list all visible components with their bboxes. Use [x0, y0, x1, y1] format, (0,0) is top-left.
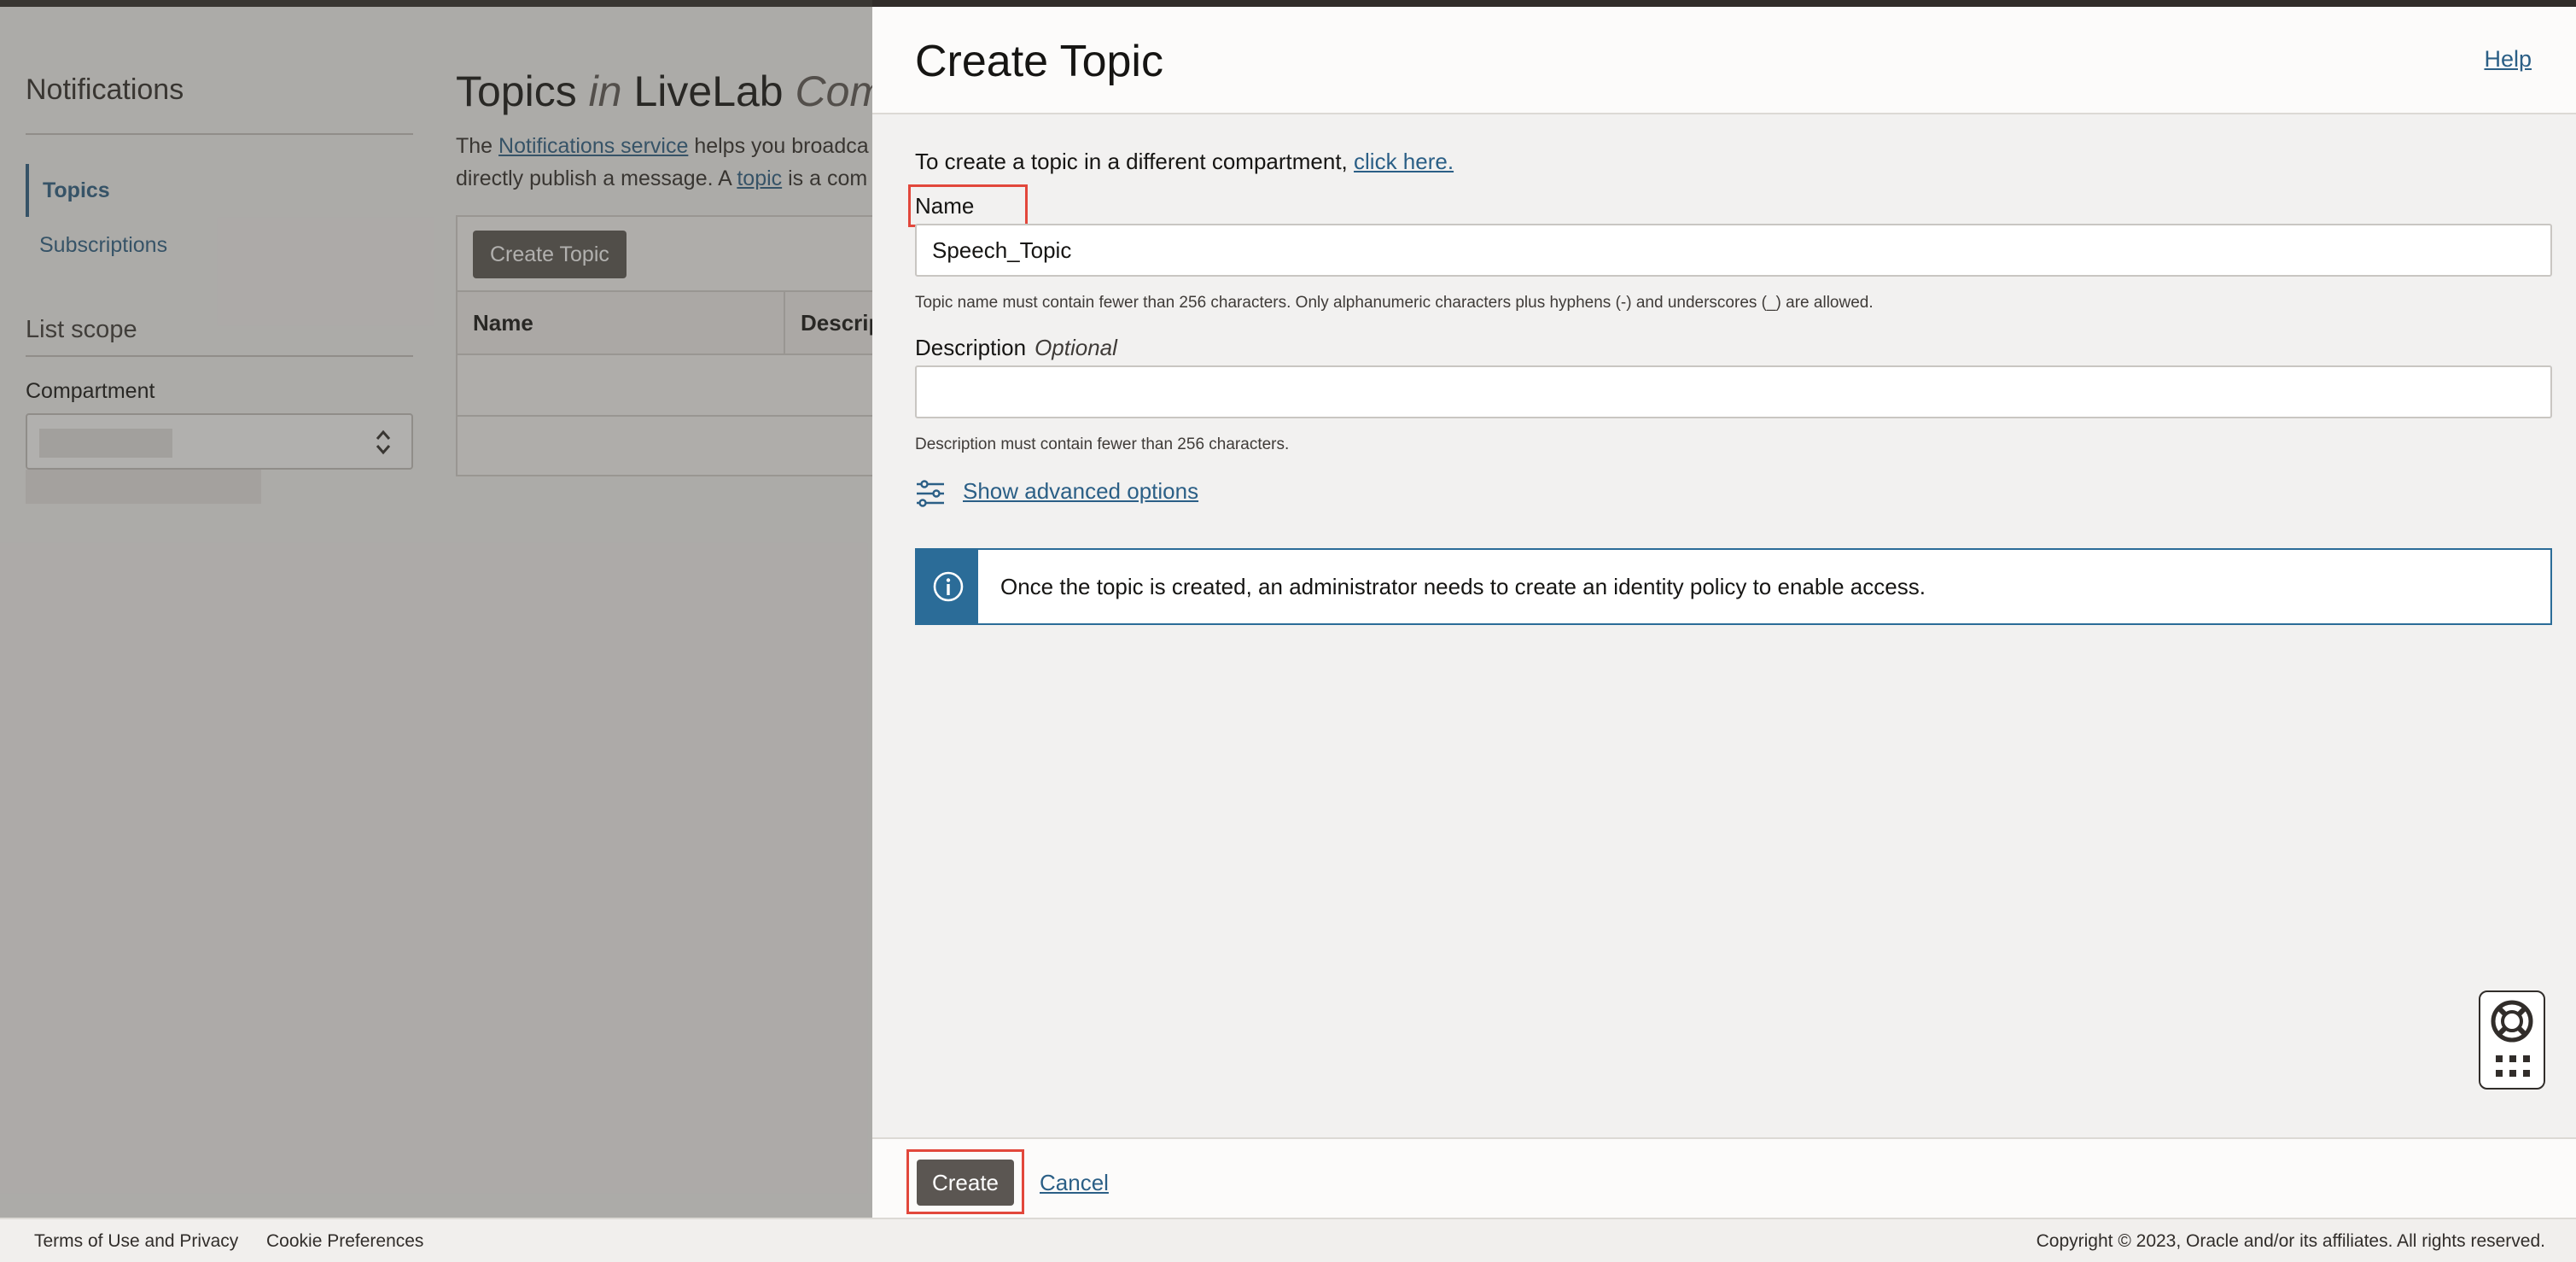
- create-button[interactable]: Create: [917, 1160, 1014, 1206]
- modal-overlay[interactable]: [0, 0, 872, 1218]
- apps-grid-icon: [2496, 1055, 2530, 1077]
- help-link[interactable]: Help: [2484, 46, 2532, 73]
- info-text: Once the topic is created, an administra…: [1000, 574, 1926, 599]
- name-hint: Topic name must contain fewer than 256 c…: [915, 294, 1874, 312]
- info-icon: [933, 571, 964, 602]
- show-advanced-options-link[interactable]: Show advanced options: [963, 478, 1198, 505]
- panel-header: Create Topic Help: [872, 7, 2576, 114]
- create-topic-panel: Create Topic Help To create a topic in a…: [872, 7, 2576, 1218]
- name-input[interactable]: [915, 224, 2552, 277]
- terms-link[interactable]: Terms of Use and Privacy: [34, 1231, 238, 1252]
- cookie-preferences-link[interactable]: Cookie Preferences: [266, 1231, 423, 1252]
- click-here-link[interactable]: click here.: [1354, 149, 1454, 174]
- panel-footer: Create Cancel: [872, 1137, 2576, 1218]
- different-compartment-text: To create a topic in a different compart…: [915, 149, 1454, 174]
- optional-tag: Optional: [1034, 335, 1117, 360]
- copyright-text: Copyright © 2023, Oracle and/or its affi…: [2036, 1231, 2545, 1251]
- description-label: Description Optional: [915, 335, 1117, 360]
- sliders-icon[interactable]: [915, 478, 946, 509]
- cancel-link[interactable]: Cancel: [1040, 1170, 1109, 1196]
- description-input[interactable]: [915, 365, 2552, 418]
- lifebuoy-icon: [2491, 1000, 2533, 1043]
- description-hint: Description must contain fewer than 256 …: [915, 435, 1290, 453]
- info-strip: [917, 550, 978, 623]
- panel-title: Create Topic: [915, 37, 1163, 86]
- info-message: Once the topic is created, an administra…: [915, 548, 2552, 625]
- name-label: Name: [915, 193, 975, 219]
- footer-bar: Terms of Use and Privacy Cookie Preferen…: [0, 1218, 2576, 1262]
- help-widget[interactable]: [2479, 990, 2545, 1090]
